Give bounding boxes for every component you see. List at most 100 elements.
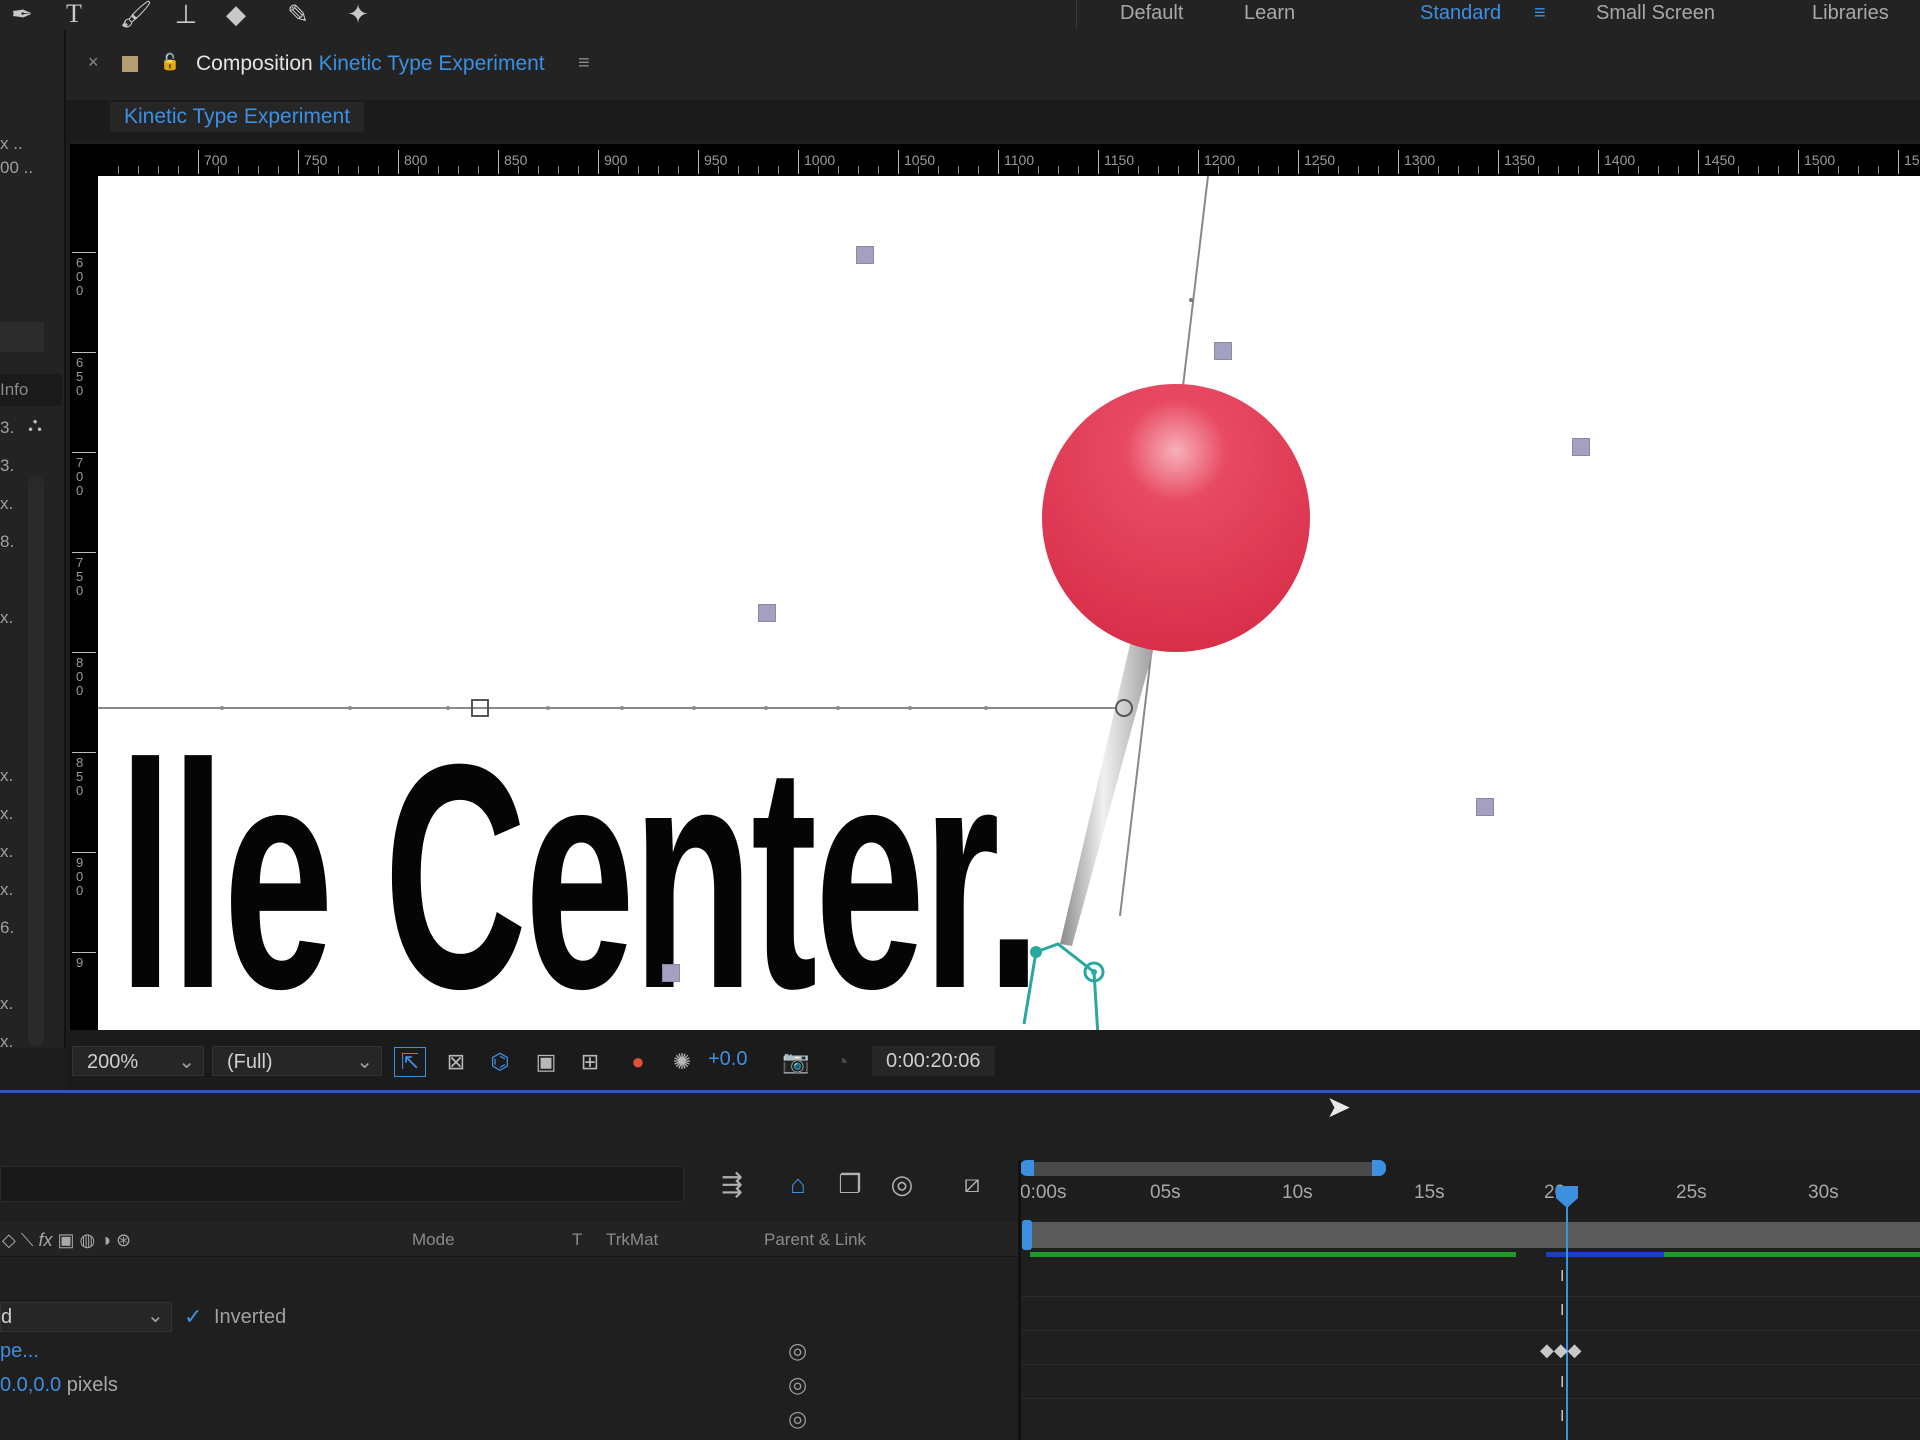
frame-blending-icon[interactable]: ❐ <box>830 1166 870 1202</box>
type-tool-icon[interactable]: T <box>56 0 92 28</box>
graph-editor-icon[interactable]: ⧄ <box>952 1166 992 1202</box>
keyframe-icon[interactable]: ◆◆◆ <box>1540 1340 1582 1361</box>
column-parent-link[interactable]: Parent & Link <box>764 1230 866 1250</box>
expression-pickwhip-icon[interactable]: ◎ <box>788 1372 807 1398</box>
ruler-minor-tick <box>1878 166 1879 174</box>
navigator-start-handle[interactable] <box>1020 1160 1034 1176</box>
ruler-tick <box>198 150 199 174</box>
keyframe-handle[interactable] <box>1214 342 1232 360</box>
keyframe-icon[interactable]: I <box>1560 1408 1564 1426</box>
mask-feather-value[interactable]: 0.0,0.0 <box>0 1374 61 1396</box>
grid-guides-icon[interactable]: ⊞ <box>574 1047 606 1077</box>
close-icon[interactable]: × <box>88 52 99 73</box>
time-label: 10s <box>1282 1182 1313 1203</box>
ruler-minor-tick <box>418 166 419 174</box>
left-panel-field[interactable] <box>0 322 44 352</box>
ruler-minor-tick <box>818 166 819 174</box>
ruler-minor-tick <box>1578 166 1579 174</box>
ruler-minor-tick <box>178 166 179 174</box>
motion-blur-icon[interactable]: ◎ <box>882 1166 922 1202</box>
label-color-swatch[interactable] <box>122 56 138 72</box>
cached-frames-bar <box>1546 1252 1664 1257</box>
vertical-ruler[interactable] <box>70 176 98 1030</box>
navigator-end-handle[interactable] <box>1372 1160 1386 1176</box>
keyframe-handle[interactable] <box>758 604 776 622</box>
ruler-tick <box>1598 150 1599 174</box>
keyframe-handle[interactable] <box>662 964 680 982</box>
resolution-dropdown[interactable]: (Full) ⌄ <box>212 1046 382 1076</box>
keyframe-icon[interactable]: I <box>1560 1374 1564 1392</box>
eraser-tool-icon[interactable]: ◆ <box>218 0 254 29</box>
transparency-grid-icon[interactable]: ⊠ <box>440 1047 472 1077</box>
show-snapshot-icon[interactable]: ◔ <box>826 1047 858 1077</box>
time-label: 0:00s <box>1020 1182 1067 1203</box>
current-time-indicator[interactable] <box>1566 1196 1568 1440</box>
expression-pickwhip-icon[interactable]: ◎ <box>788 1406 807 1432</box>
ruler-minor-tick <box>1018 166 1019 174</box>
horizontal-ruler[interactable] <box>70 144 1920 177</box>
keyframe-icon[interactable]: I <box>1560 1302 1564 1320</box>
mask-shape-link[interactable]: pe... <box>0 1340 39 1363</box>
hierarchy-icon[interactable]: ⛬ <box>28 414 42 437</box>
column-mode[interactable]: Mode <box>412 1230 455 1250</box>
mask-visibility-icon[interactable]: ⌬ <box>484 1047 516 1077</box>
keyframe-handle[interactable] <box>1476 798 1494 816</box>
breadcrumb[interactable]: Kinetic Type Experiment <box>110 102 365 132</box>
left-panel-row: 6. <box>0 918 15 937</box>
workspace-libraries[interactable]: Libraries <box>1812 0 1889 26</box>
expression-pickwhip-icon[interactable]: ◎ <box>788 1338 807 1364</box>
ruler-label: 650 <box>76 355 84 398</box>
snapshot-camera-icon[interactable]: 📷 <box>780 1047 812 1077</box>
ruler-label: 1450 <box>1704 152 1736 168</box>
keyframe-handle[interactable] <box>1572 438 1590 456</box>
fast-previews-icon[interactable]: ⇱ <box>394 1047 426 1077</box>
color-management-icon[interactable]: ✺ <box>666 1047 698 1077</box>
ruler-tick <box>1398 150 1399 174</box>
roto-brush-tool-icon[interactable]: ✎ <box>280 0 316 29</box>
column-t[interactable]: T <box>572 1230 582 1250</box>
channel-icon[interactable]: ● <box>622 1047 654 1077</box>
ruler-label: 800 <box>76 655 84 698</box>
ruler-tick <box>498 150 499 174</box>
time-navigator[interactable] <box>1026 1162 1378 1176</box>
panel-divider[interactable] <box>0 1090 1920 1093</box>
timeline-split[interactable] <box>1018 1160 1021 1440</box>
timeline-search-input[interactable] <box>0 1166 684 1202</box>
ruler-tick <box>72 552 96 553</box>
workspace-menu-icon[interactable]: ≡ <box>1534 0 1546 26</box>
current-time-display[interactable]: 0:00:20:06 <box>872 1046 995 1076</box>
composition-canvas[interactable]: lle Center. <box>98 176 1920 1030</box>
composition-flowchart-icon[interactable]: ⇶ <box>712 1166 752 1202</box>
panel-menu-icon[interactable]: ≡ <box>578 52 590 75</box>
brush-tool-icon[interactable]: 🖌 <box>118 0 154 29</box>
composition-tab[interactable]: Composition Kinetic Type Experiment <box>196 52 545 76</box>
work-area-start[interactable] <box>1022 1220 1032 1250</box>
workspace-small-screen[interactable]: Small Screen <box>1596 0 1715 26</box>
zoom-dropdown[interactable]: 200% ⌄ <box>72 1046 204 1076</box>
column-trkmat[interactable]: TrkMat <box>606 1230 658 1250</box>
ruler-minor-tick <box>1718 166 1719 174</box>
pen-tool-icon[interactable]: ✒ <box>4 0 40 29</box>
keyframe-icon[interactable]: I <box>1560 1268 1564 1286</box>
mask-feather-row: 0.0,0.0 pixels <box>0 1374 118 1397</box>
exposure-value[interactable]: +0.0 <box>708 1048 747 1071</box>
clone-stamp-tool-icon[interactable]: ⊥ <box>168 0 204 29</box>
canvas-text-layer[interactable]: lle Center. <box>118 716 1042 1030</box>
info-tab[interactable]: Info <box>0 374 62 406</box>
mask-mode-dropdown[interactable]: d ⌄ <box>0 1302 172 1332</box>
ruler-minor-tick <box>378 166 379 174</box>
region-of-interest-icon[interactable]: ▣ <box>530 1047 562 1077</box>
resolution-value: (Full) <box>227 1051 273 1073</box>
ruler-minor-tick <box>1278 166 1279 174</box>
workspace-learn[interactable]: Learn <box>1244 0 1295 26</box>
inverted-checkbox[interactable]: ✓ <box>184 1304 202 1330</box>
keyframe-handle[interactable] <box>856 246 874 264</box>
left-panel-row: x .. <box>0 134 23 153</box>
workspace-default[interactable]: Default <box>1120 0 1183 26</box>
workspace-standard[interactable]: Standard <box>1420 0 1501 26</box>
shy-layers-icon[interactable]: ⌂ <box>778 1166 818 1202</box>
puppet-pin-tool-icon[interactable]: ✦ <box>340 0 376 29</box>
left-panel-scrollbar[interactable] <box>28 476 44 1046</box>
work-area-bar[interactable] <box>1026 1222 1920 1248</box>
lock-icon[interactable]: 🔓 <box>160 52 180 72</box>
